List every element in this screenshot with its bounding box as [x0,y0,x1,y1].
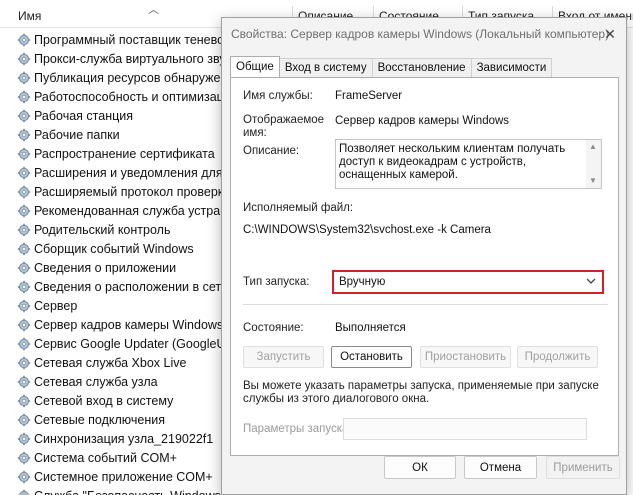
description-box[interactable]: Позволяет нескольким клиентам получать д… [335,139,602,189]
tab-strip: Общие Вход в систему Восстановление Зави… [230,56,553,78]
chevron-down-icon [586,278,596,284]
startup-type-label: Тип запуска: [243,276,310,288]
gear-icon [17,375,31,389]
executable-path: C:\WINDOWS\System32\svchost.exe -k Camer… [243,224,491,236]
gear-icon [17,128,31,142]
gear-icon [17,280,31,294]
pause-button[interactable]: Приостановить [420,346,511,368]
gear-icon [17,90,31,104]
service-name: Сведения о приложении [34,260,177,275]
tab-general[interactable]: Общие [230,56,280,77]
scroll-down-icon[interactable]: ▼ [589,176,597,185]
tab-logon[interactable]: Вход в систему [278,58,373,77]
service-name-value: FrameServer [335,90,403,102]
service-name: Рабочие папки [34,127,120,142]
gear-icon [17,185,31,199]
gear-icon [17,356,31,370]
gear-icon [17,299,31,313]
gear-icon [17,109,31,123]
executable-label: Исполняемый файл: [243,202,354,214]
gear-icon [17,223,31,237]
start-params-label: Параметры запуска: [243,423,352,435]
general-panel: Имя службы: FrameServer Отображаемое имя… [230,77,619,456]
gear-icon [17,166,31,180]
cancel-button[interactable]: Отмена [464,456,537,479]
service-name: Сервер [34,298,78,313]
gear-icon [17,242,31,256]
service-name: Сервер кадров камеры Windows [34,317,224,332]
apply-button[interactable]: Применить [546,456,620,479]
gear-icon [17,413,31,427]
title-bar[interactable]: Свойства: Сервер кадров камеры Windows (… [222,18,626,49]
start-button[interactable]: Запустить [243,346,324,368]
service-name: Расширяемый протокол проверки [34,184,231,199]
stop-button[interactable]: Остановить [331,346,412,368]
service-name: Распространение сертификата [34,146,215,161]
service-name: Система событий COM+ [34,450,177,465]
gear-icon [17,489,31,495]
service-name: Публикация ресурсов обнаружения [34,70,242,85]
gear-icon [17,71,31,85]
service-name: Рабочая станция [34,108,134,123]
gear-icon [17,33,31,47]
gear-icon [17,451,31,465]
gear-icon [17,337,31,351]
service-name: Сетевые подключения [34,412,166,427]
resume-button[interactable]: Продолжить [517,346,598,368]
start-params-input[interactable] [343,418,587,440]
gear-icon [17,147,31,161]
service-name: Служба "Безопасность Windows" [34,489,225,495]
state-value: Выполняется [335,322,406,334]
tab-recovery[interactable]: Восстановление [371,58,472,77]
start-params-hint: Вы можете указать параметры запуска, при… [243,380,599,405]
tab-dependencies[interactable]: Зависимости [470,58,553,77]
service-name: Системное приложение COM+ [34,469,213,484]
startup-type-select[interactable]: Вручную [332,270,604,294]
description-scrollbar[interactable]: ▲ ▼ [586,140,601,188]
service-name: Родительский контроль [34,222,171,237]
gear-icon [17,318,31,332]
display-name-label: Отображаемое имя: [243,114,325,139]
scroll-up-icon[interactable]: ▲ [589,142,597,151]
description-label: Описание: [243,145,300,157]
service-name: Работоспособность и оптимизация [34,89,238,104]
service-name: Сетевая служба Xbox Live [34,355,187,370]
dialog-title: Свойства: Сервер кадров камеры Windows (… [231,27,610,41]
service-name: Прокси-служба виртуального звука [34,51,239,66]
sort-up-icon: ︿ [148,4,159,16]
ok-button[interactable]: ОК [384,456,456,479]
gear-icon [17,394,31,408]
gear-icon [17,432,31,446]
service-name-label: Имя службы: [243,90,313,102]
description-text: Позволяет нескольким клиентам получать д… [339,143,566,181]
close-icon[interactable]: ✕ [598,23,622,45]
gear-icon [17,470,31,484]
service-name: Сборщик событий Windows [34,241,194,256]
state-label: Состояние: [243,322,304,334]
service-properties-dialog: Свойства: Сервер кадров камеры Windows (… [221,17,627,495]
column-header-name[interactable]: Имя [18,9,41,23]
startup-type-value: Вручную [339,276,386,288]
service-name: Сетевая служба узла [34,374,158,389]
service-name: Синхронизация узла_219022f1 [34,431,214,446]
display-name-value: Сервер кадров камеры Windows [335,115,510,127]
gear-icon [17,261,31,275]
separator [243,304,608,305]
service-name: Сетевой вход в систему [34,393,174,408]
gear-icon [17,52,31,66]
gear-icon [17,204,31,218]
service-name: Сведения о расположении в сети [34,279,229,294]
